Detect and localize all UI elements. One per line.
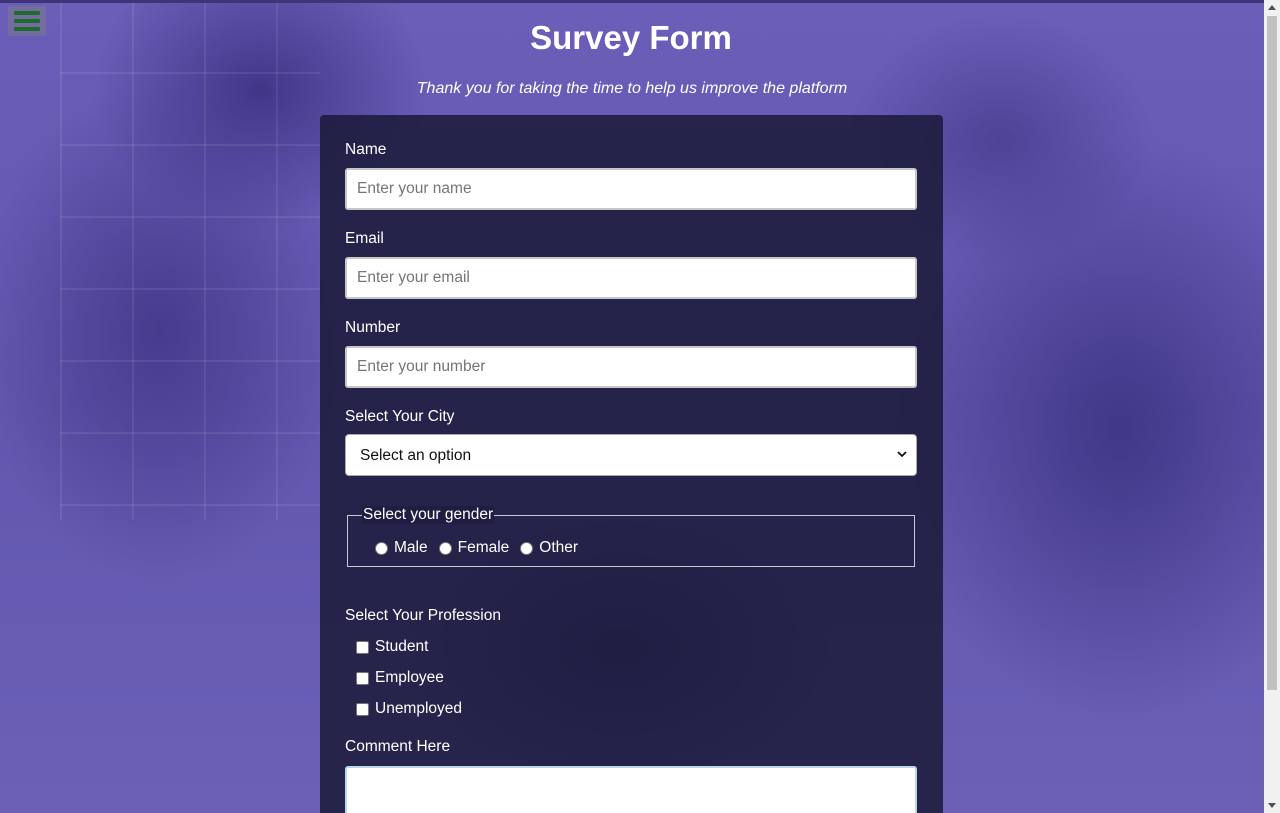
name-label: Name (345, 141, 387, 158)
checkbox-unemployed[interactable] (356, 702, 369, 716)
background-tile-wall (60, 0, 320, 520)
menu-bar-line (14, 11, 40, 15)
page-title: Survey Form (530, 19, 732, 56)
city-select[interactable]: Select an option (345, 434, 917, 476)
number-label: Number (345, 319, 401, 336)
city-select-value: Select an option (360, 447, 472, 464)
profession-option-unemployed[interactable]: Unemployed (356, 700, 462, 718)
profession-label: Select Your Profession (345, 607, 501, 624)
checkbox-employee[interactable] (356, 671, 369, 685)
email-label: Email (345, 230, 384, 247)
page-description: Thank you for taking the time to help us… (416, 80, 848, 97)
radio-other-label[interactable]: Other (539, 539, 578, 557)
top-edge (0, 0, 1264, 3)
gender-option-male[interactable]: Male (375, 539, 428, 557)
checkbox-unemployed-label[interactable]: Unemployed (375, 700, 462, 718)
radio-male[interactable] (375, 541, 388, 555)
gender-option-other[interactable]: Other (520, 539, 578, 557)
page-scrollbar[interactable] (1264, 0, 1280, 813)
radio-male-label[interactable]: Male (394, 539, 428, 557)
city-label: Select Your City (345, 408, 455, 425)
survey-form: Name Email Number Select Your City Selec… (320, 115, 943, 813)
radio-female[interactable] (438, 541, 452, 555)
scroll-down-arrow-icon[interactable] (1268, 803, 1276, 808)
checkbox-employee-label[interactable]: Employee (375, 669, 444, 687)
checkbox-student-label[interactable]: Student (375, 638, 428, 656)
profession-option-student[interactable]: Student (356, 638, 428, 656)
profession-option-employee[interactable]: Employee (356, 669, 444, 687)
scroll-up-arrow-icon[interactable] (1268, 5, 1276, 10)
name-input[interactable] (345, 168, 917, 210)
email-input[interactable] (345, 257, 917, 299)
gender-options: Male Female Other (375, 539, 589, 557)
radio-other[interactable] (520, 541, 534, 555)
gender-fieldset: Select your gender Male Female Other (347, 506, 915, 567)
comment-textarea[interactable] (345, 766, 917, 813)
scrollbar-thumb[interactable] (1267, 16, 1277, 690)
number-input[interactable] (345, 346, 917, 388)
gender-legend: Select your gender (362, 506, 495, 524)
comment-label: Comment Here (345, 738, 451, 755)
radio-female-label[interactable]: Female (458, 539, 510, 557)
chevron-down-icon (897, 451, 907, 458)
gender-option-female[interactable]: Female (438, 539, 510, 557)
checkbox-student[interactable] (356, 640, 369, 654)
